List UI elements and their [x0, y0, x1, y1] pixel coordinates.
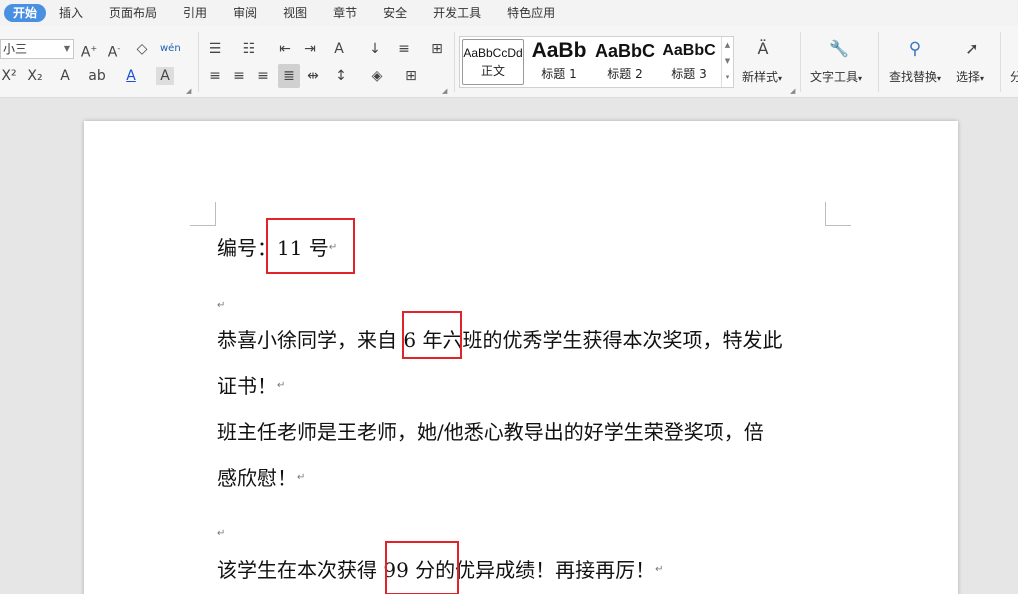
- gratified-text: 感欣慰！: [217, 466, 297, 490]
- phonetic-guide-icon[interactable]: wén: [160, 40, 181, 58]
- ribbon-tab-bar: 开始 插入 页面布局 引用 审阅 视图 章节 安全 开发工具 特色应用: [0, 0, 1018, 26]
- find-replace-button[interactable]: 查找替换▾: [889, 68, 941, 88]
- margin-corner-mark: [190, 202, 216, 226]
- divider: [198, 32, 199, 92]
- style-heading-3[interactable]: AaBbC 标题 3: [658, 39, 720, 85]
- search-icon[interactable]: ⚲: [906, 40, 924, 58]
- tab-chapter[interactable]: 章节: [320, 4, 370, 22]
- doc-line-gratified[interactable]: 感欣慰！ ↵: [217, 465, 305, 491]
- grow-font-icon[interactable]: A+: [80, 40, 98, 61]
- justify-icon[interactable]: ≣: [278, 64, 300, 88]
- borders-icon[interactable]: ⊞: [402, 67, 420, 85]
- chevron-down-icon[interactable]: ▼: [64, 40, 70, 58]
- divider: [878, 32, 879, 92]
- wrench-icon[interactable]: 🔧: [829, 40, 849, 58]
- ribbon-toolbar: 小三 ▼ A+ A- ◇ wén X² X₂ A ab A A ◢ ☰ ☷ ⇤ …: [0, 26, 1018, 98]
- char-shading-icon[interactable]: A: [156, 67, 174, 85]
- paragraph-mark-icon: ↵: [297, 472, 306, 483]
- paragraph-dialog-launcher-icon[interactable]: ◢: [442, 87, 447, 95]
- tab-home[interactable]: 开始: [4, 4, 47, 22]
- doc-line-teacher[interactable]: 班主任老师是王老师，她/他悉心教导出的好学生荣登奖项，倍: [217, 419, 764, 445]
- highlight-box-score: [385, 541, 459, 594]
- divider: [800, 32, 801, 92]
- style-heading-1[interactable]: AaBb 标题 1: [528, 39, 590, 85]
- style-sample: AaBbCcDd: [463, 46, 523, 60]
- styles-scroll[interactable]: ▲ ▼ ▾: [721, 37, 733, 87]
- font-color-icon[interactable]: A: [122, 67, 140, 85]
- tab-special[interactable]: 特色应用: [494, 4, 568, 22]
- shrink-font-icon[interactable]: A-: [105, 40, 123, 61]
- document-page[interactable]: 编号：11 号 ↵ ↵ 恭喜小徐同学，来自 6 年六班的优秀学生获得本次奖项，特发…: [84, 121, 958, 594]
- style-sample: AaBbC: [662, 42, 716, 59]
- style-heading-2[interactable]: AaBbC 标题 2: [594, 39, 656, 85]
- superscript-icon[interactable]: X²: [0, 67, 18, 85]
- paragraph-mark-icon: ↵: [655, 564, 664, 575]
- table-border-icon[interactable]: ⊞: [428, 40, 446, 58]
- numbered-list-icon[interactable]: ☷: [240, 40, 258, 58]
- font-size-value: 小三: [3, 42, 28, 56]
- align-center-icon[interactable]: ≡: [230, 67, 248, 85]
- clear-format-icon[interactable]: ◇: [133, 40, 151, 58]
- divider: [454, 32, 455, 92]
- tab-security[interactable]: 安全: [370, 4, 420, 22]
- text-tools-label: 文字工具: [810, 70, 859, 84]
- tab-view[interactable]: 视图: [270, 4, 320, 22]
- distributed-icon[interactable]: ⇹: [304, 67, 322, 85]
- cut-off-button[interactable]: 分: [1010, 68, 1018, 86]
- text-effect-icon[interactable]: A: [56, 67, 74, 85]
- paragraph-mark-icon: ↵: [217, 300, 226, 311]
- style-caption: 标题 3: [671, 67, 707, 81]
- tab-review[interactable]: 审阅: [220, 4, 270, 22]
- style-caption: 标题 2: [607, 67, 643, 81]
- shading-icon[interactable]: ◈: [368, 67, 386, 85]
- font-dialog-launcher-icon[interactable]: ◢: [186, 87, 191, 95]
- cursor-arrow-icon[interactable]: ➚: [963, 40, 981, 58]
- highlight-box-number: [266, 218, 355, 274]
- new-style-button[interactable]: 新样式▾: [742, 68, 782, 88]
- line-spacing-adjust-icon[interactable]: ≡: [395, 40, 413, 58]
- align-left-icon[interactable]: ≡: [206, 67, 224, 85]
- tab-page-layout[interactable]: 页面布局: [96, 4, 170, 22]
- subscript-icon[interactable]: X₂: [26, 67, 44, 85]
- text-tools-button[interactable]: 文字工具▾: [810, 68, 862, 88]
- paragraph-mark-icon: ↵: [277, 380, 286, 391]
- highlight-icon[interactable]: ab: [88, 67, 106, 85]
- style-caption: 标题 1: [541, 67, 577, 81]
- certificate-text: 证书！: [217, 374, 277, 398]
- doc-line-certificate[interactable]: 证书！ ↵: [217, 373, 285, 399]
- style-normal[interactable]: AaBbCcDd 正文: [462, 39, 524, 85]
- increase-indent-icon[interactable]: ⇥: [301, 40, 319, 58]
- style-sample: AaBbC: [594, 41, 655, 61]
- font-size-select[interactable]: 小三 ▼: [0, 39, 74, 59]
- align-right-icon[interactable]: ≡: [254, 67, 272, 85]
- cut-off-label: 分: [1010, 70, 1018, 84]
- select-button[interactable]: 选择▾: [956, 68, 984, 88]
- tab-developer[interactable]: 开发工具: [420, 4, 494, 22]
- style-sample: AaBb: [531, 39, 587, 62]
- find-replace-label: 查找替换: [889, 70, 938, 84]
- styles-dialog-launcher-icon[interactable]: ◢: [790, 87, 795, 95]
- new-style-icon[interactable]: Ä: [754, 40, 772, 58]
- text-direction-icon[interactable]: A: [330, 40, 348, 58]
- line-spacing-icon[interactable]: ↕: [332, 67, 350, 85]
- divider: [1000, 32, 1001, 92]
- tab-references[interactable]: 引用: [170, 4, 220, 22]
- new-style-label: 新样式: [742, 70, 779, 84]
- tab-insert[interactable]: 插入: [46, 4, 96, 22]
- highlight-box-grade: [402, 311, 462, 359]
- margin-corner-mark: [825, 202, 851, 226]
- decrease-indent-icon[interactable]: ⇤: [276, 40, 294, 58]
- style-caption: 正文: [480, 64, 505, 78]
- bullet-list-icon[interactable]: ☰: [206, 40, 224, 58]
- sort-icon[interactable]: ↓: [366, 40, 384, 58]
- doc-line-congrats[interactable]: 恭喜小徐同学，来自 6 年六班的优秀学生获得本次奖项，特发此: [217, 327, 782, 353]
- styles-gallery: AaBbCcDd 正文 AaBb 标题 1 AaBbC 标题 2 AaBbC 标…: [459, 36, 734, 88]
- select-label: 选择: [956, 70, 981, 84]
- paragraph-mark-icon: ↵: [217, 528, 226, 539]
